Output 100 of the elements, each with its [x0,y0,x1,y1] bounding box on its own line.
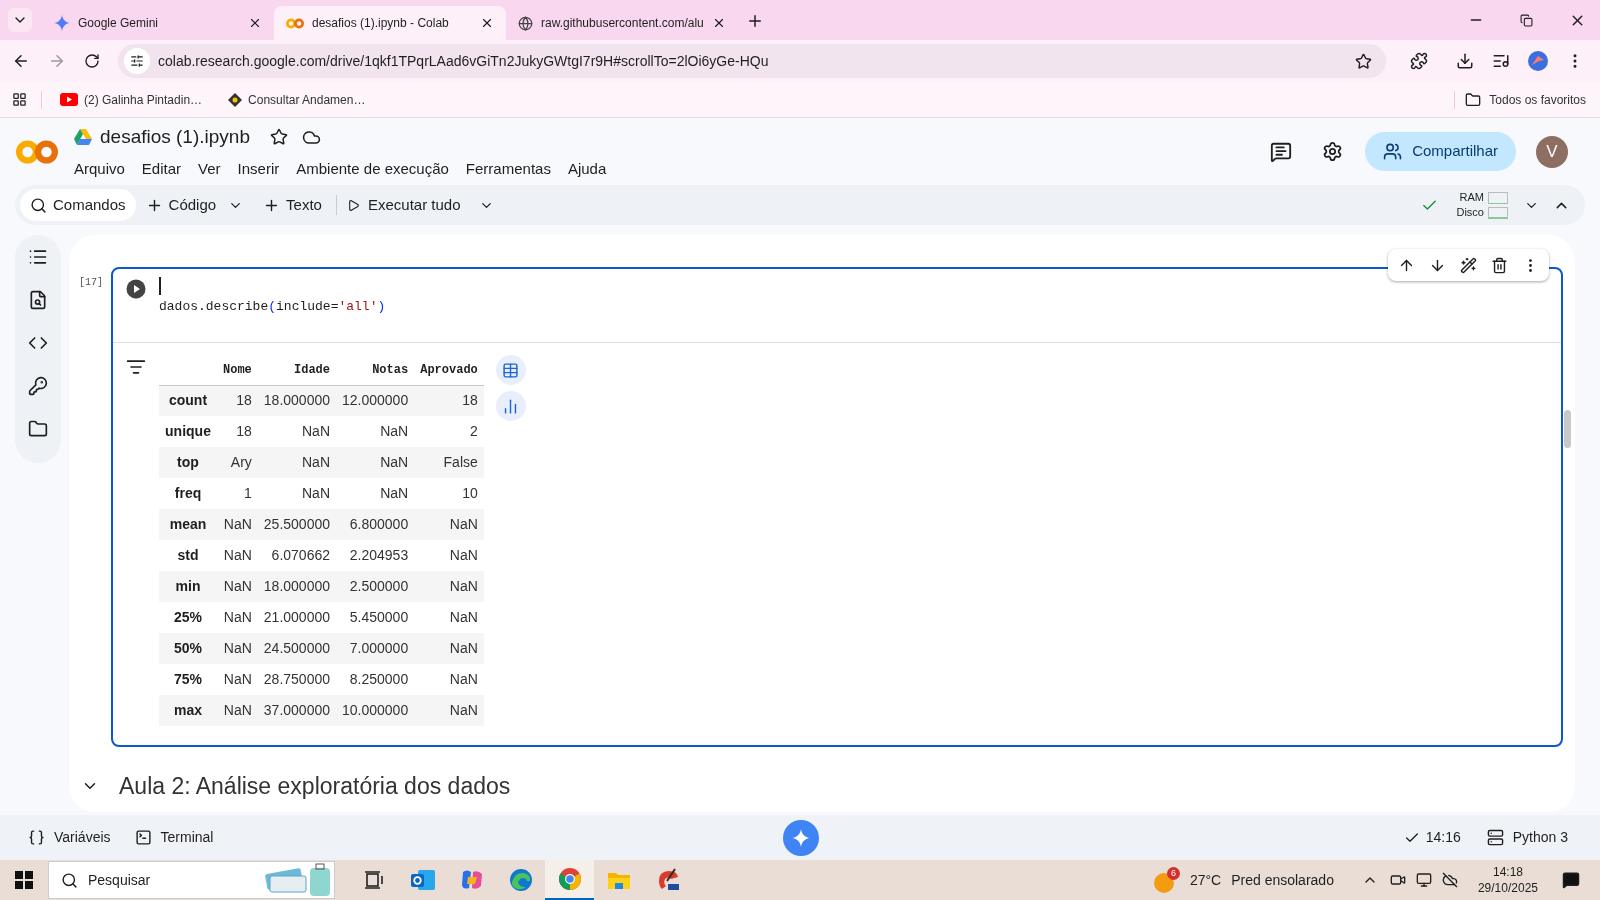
gemini-button[interactable] [783,820,819,856]
close-tab-icon[interactable] [248,16,262,30]
notebook-title[interactable]: desafios (1).ipynb [100,123,250,152]
cloud-off-icon[interactable] [1441,872,1458,888]
clock[interactable]: 14:18 29/10/2025 [1477,864,1538,896]
run-all-button[interactable]: Executar tudo [342,189,465,221]
download-icon[interactable] [1456,52,1474,70]
star-icon[interactable] [269,128,288,147]
table-of-contents-icon[interactable] [28,247,48,267]
execution-count: [17] [78,276,104,290]
chart-button[interactable] [495,391,526,421]
table-cell: NaN [257,478,336,509]
variables-button[interactable]: Variáveis [28,827,111,848]
task-view-icon[interactable] [363,871,384,889]
start-icon[interactable] [15,871,33,889]
add-code-button[interactable]: Código [137,189,225,221]
tab-list-button[interactable] [8,8,32,32]
media-icon[interactable] [1492,52,1510,70]
files-icon[interactable] [28,419,48,439]
table-cell: NaN [217,664,258,695]
profile-avatar[interactable] [1528,51,1548,71]
mail-app-icon[interactable] [409,868,436,892]
row-label: max [159,695,217,726]
sparkle-icon [54,15,70,31]
resources-indicator[interactable]: RAM Disco [1456,190,1508,220]
table-cell: 18.000000 [257,385,336,416]
diamond-icon [228,92,243,107]
menu-item[interactable]: Ver [198,157,221,180]
menu-item[interactable]: Ambiente de execução [296,157,449,180]
search-icon [30,196,47,214]
commands-button[interactable]: Comandos [20,189,136,221]
edge-app-icon[interactable] [508,868,533,892]
restore-icon[interactable] [1520,14,1533,27]
table-cell: NaN [217,509,258,540]
new-tab-icon[interactable] [746,12,764,30]
section-heading: Aula 2: Análise exploratória dos dados [119,772,511,801]
delete-icon[interactable] [1491,256,1508,274]
run-cell-icon[interactable] [126,279,146,299]
code-cell[interactable] [111,267,1563,747]
comments-icon[interactable] [1270,140,1293,163]
bookmark[interactable]: Consultar Andamen… [224,90,370,109]
row-label: 75% [159,664,217,695]
table-cell: 28.750000 [257,664,336,695]
menu-item[interactable]: Ajuda [567,157,607,180]
browser-tab[interactable]: Google Gemini [42,6,274,40]
settings-icon[interactable] [1322,141,1344,162]
camera-icon[interactable] [1389,872,1406,888]
table-view-button[interactable] [495,355,526,385]
table-cell: NaN [257,447,336,478]
edit-ai-icon[interactable] [1460,256,1477,274]
people-icon [1383,142,1403,161]
execution-status[interactable]: 14:16 [1403,827,1461,848]
network-icon[interactable] [1415,872,1432,888]
browser-tab[interactable]: raw.githubusercontent.com/alu [506,6,738,40]
chrome-app-icon[interactable] [557,867,582,891]
address-bar[interactable]: colab.research.google.com/drive/1qkf1TPqrLAad6vGiTn2JukyGWtgI7r9H#scrollTo=2lOi6yGe-HQu [118,44,1386,78]
row-label: min [159,571,217,602]
find-icon[interactable] [28,290,48,310]
table-cell: 7.000000 [336,633,415,664]
back-icon[interactable] [12,52,30,70]
menu-item[interactable]: Ferramentas [465,157,551,180]
site-info-icon[interactable] [130,54,144,68]
table-cell: NaN [257,416,336,447]
notifications-icon[interactable] [1562,871,1580,889]
share-button[interactable]: Compartilhar [1365,132,1516,171]
table-cell: NaN [414,571,484,602]
weather-widget[interactable]: 6 27°C Pred ensolarado [1153,867,1334,893]
bookmark[interactable]: (2) Galinha Pintadin… [56,90,207,109]
notification-badge: 6 [1166,867,1180,880]
tab-title: Google Gemini [78,15,160,32]
menu-item[interactable]: Arquivo [74,157,125,180]
reload-icon[interactable] [84,53,100,69]
menu-item[interactable]: Inserir [237,157,280,180]
add-text-button[interactable]: Texto [255,189,330,221]
tab-title: desafios (1).ipynb - Colab [312,15,450,32]
column-header: Notas [336,355,415,385]
scrollbar-thumb[interactable] [1564,410,1571,448]
user-avatar[interactable]: V [1536,135,1568,168]
browser-tab[interactable]: desafios (1).ipynb - Colab [274,6,506,40]
extensions-icon[interactable] [1410,52,1428,70]
table-icon [502,361,520,379]
table-cell: Ary [217,447,258,478]
table-cell: 2.204953 [336,540,415,571]
taskbar-search[interactable]: Pesquisar [48,861,335,899]
table-cell: 24.500000 [257,633,336,664]
colab-logo [286,17,304,29]
all-bookmarks-button[interactable]: Todos os favoritos [1465,90,1588,109]
table-cell: NaN [217,540,258,571]
close-tab-icon[interactable] [712,16,726,30]
runtime-status[interactable]: Python 3 [1486,827,1568,848]
sparkle-icon [792,829,810,847]
menu-item[interactable]: Editar [141,157,182,180]
braces-icon [28,829,45,846]
row-label: mean [159,509,217,540]
table-cell: 10.000000 [336,695,415,726]
bookmark-star-icon[interactable] [1355,52,1372,70]
terminal-button[interactable]: Terminal [134,827,214,848]
row-label: freq [159,478,217,509]
apps-icon[interactable] [12,92,27,107]
close-tab-icon[interactable] [480,16,494,30]
